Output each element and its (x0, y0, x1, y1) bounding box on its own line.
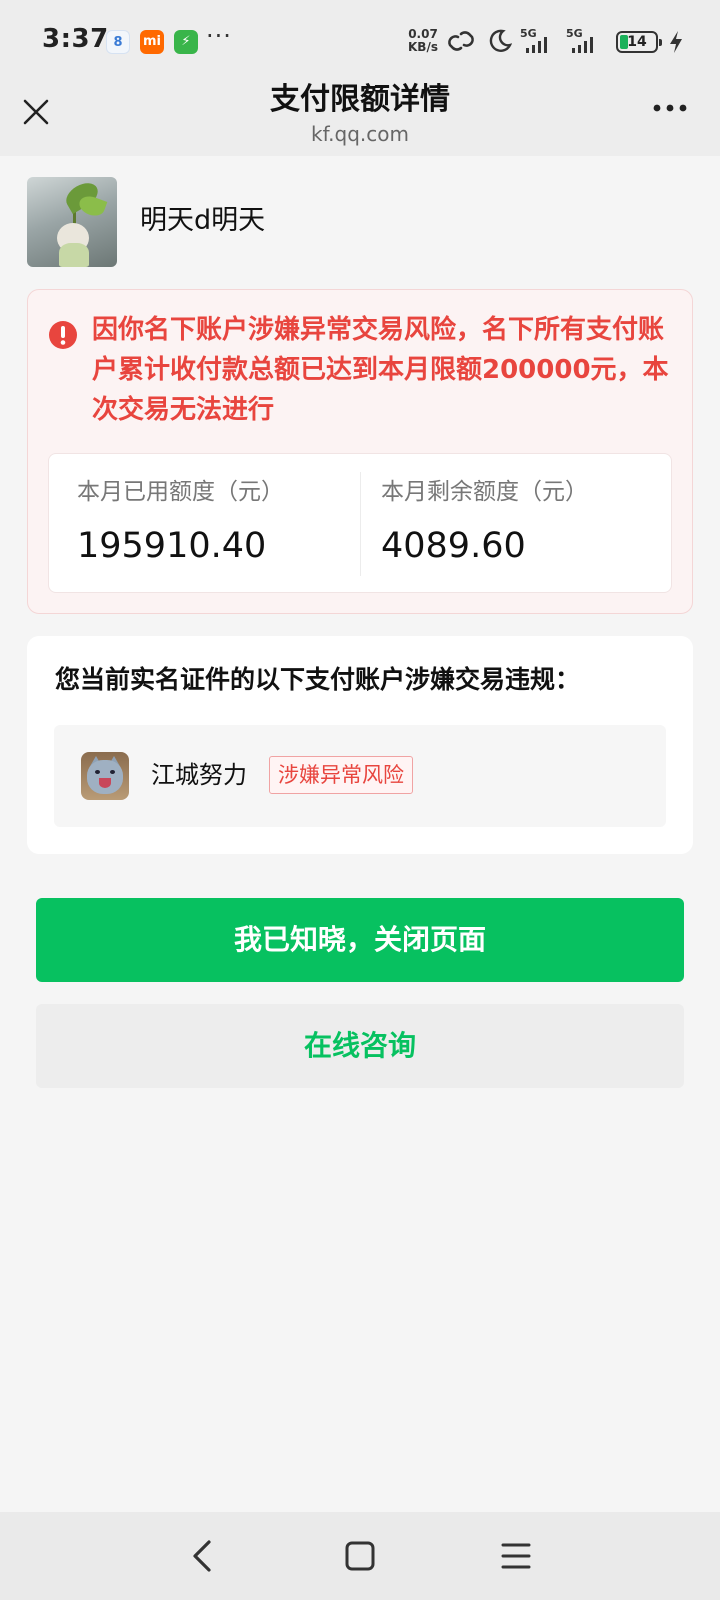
violation-accounts-card: 您当前实名证件的以下支付账户涉嫌交易违规： 江城努力 涉嫌异常风险 (27, 636, 693, 854)
accounts-title: 您当前实名证件的以下支付账户涉嫌交易违规： (55, 665, 581, 694)
limit-alert-card: 因你名下账户涉嫌异常交易风险，名下所有支付账户累计收付款总额已达到本月限额200… (27, 289, 693, 614)
network-speed: 0.07 KB/s (408, 28, 438, 54)
list-item: 江城努力 涉嫌异常风险 (54, 725, 666, 827)
more-notifications-icon: ··· (206, 22, 232, 50)
account-name: 江城努力 (151, 761, 247, 789)
moon-icon (489, 29, 512, 52)
close-page-button[interactable]: 我已知晓，关闭页面 (36, 898, 684, 982)
status-bar: 3:37 8 mi ⚡ ··· 0.07 KB/s 5G 5G 14 (0, 0, 720, 80)
page-title: 支付限额详情 (270, 82, 450, 117)
network-speed-unit: KB/s (408, 40, 438, 54)
home-icon[interactable] (338, 1534, 382, 1578)
system-nav-bar (0, 1512, 720, 1600)
used-quota-value: 195910.40 (77, 526, 267, 566)
avatar (27, 177, 117, 267)
bolt-app-icon: ⚡ (174, 30, 198, 54)
used-quota-label: 本月已用额度（元） (77, 479, 284, 505)
page-domain: kf.qq.com (311, 122, 409, 146)
back-icon[interactable] (182, 1534, 226, 1578)
remaining-quota-label: 本月剩余额度（元） (381, 479, 588, 505)
charging-icon (670, 31, 682, 53)
remaining-quota: 本月剩余额度（元） 4089.60 (353, 454, 653, 594)
remaining-quota-value: 4089.60 (381, 526, 526, 566)
battery-level: 14 (627, 34, 647, 50)
more-options-icon[interactable] (652, 102, 688, 114)
used-quota: 本月已用额度（元） 195910.40 (49, 454, 349, 594)
risk-badge: 涉嫌异常风险 (269, 756, 413, 794)
title-bar: 支付限额详情 kf.qq.com (0, 80, 720, 156)
signal-icon-2 (572, 37, 593, 53)
calendar-app-icon: 8 (106, 30, 130, 54)
warning-icon (49, 321, 77, 349)
quota-summary: 本月已用额度（元） 195910.40 本月剩余额度（元） 4089.60 (48, 453, 672, 593)
status-time: 3:37 (42, 24, 109, 54)
mi-app-icon: mi (140, 30, 164, 54)
link-icon (448, 31, 474, 51)
user-name: 明天d明天 (140, 205, 266, 236)
online-consult-button[interactable]: 在线咨询 (36, 1004, 684, 1088)
recent-apps-icon[interactable] (494, 1534, 538, 1578)
alert-message: 因你名下账户涉嫌异常交易风险，名下所有支付账户累计收付款总额已达到本月限额200… (92, 315, 669, 425)
signal-icon (526, 37, 547, 53)
account-avatar (81, 752, 129, 800)
battery-icon: 14 (616, 31, 662, 53)
